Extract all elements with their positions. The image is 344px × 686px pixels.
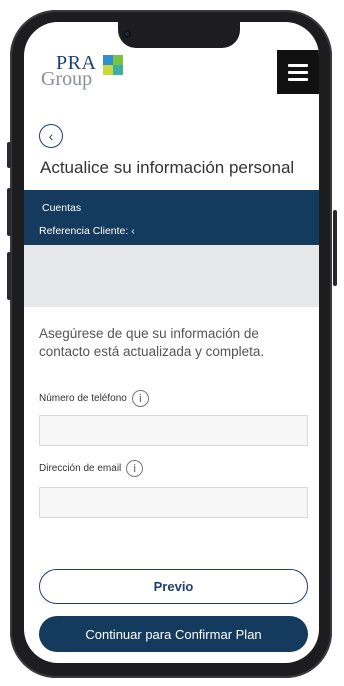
hamburger-icon-bar (288, 77, 308, 81)
menu-button[interactable] (277, 50, 319, 94)
previous-button[interactable]: Previo (39, 569, 308, 604)
phone-label: Número de teléfono (39, 393, 127, 404)
customer-reference-label: Referencia Cliente: ‹ (39, 225, 135, 237)
camera-icon (123, 30, 131, 38)
phone-info-icon[interactable]: i (131, 390, 149, 407)
form-intro-text: Asegúrese de que su información de conta… (39, 326, 265, 359)
gray-spacer-panel (24, 245, 319, 307)
email-input[interactable] (39, 487, 308, 518)
phone-label-row: Número de teléfono i (39, 390, 149, 407)
hamburger-icon (288, 63, 308, 67)
logo-square-lime (103, 65, 113, 75)
screen: PRA Group ‹ Actualice su información per… (24, 22, 319, 663)
continue-button[interactable]: Continuar para Confirmar Plan (39, 616, 308, 652)
power-button (333, 210, 337, 286)
account-band: Cuentas Referencia Cliente: ‹ (24, 190, 319, 245)
logo-text-group: Group (41, 68, 93, 90)
logo-square-green (113, 55, 123, 65)
hamburger-icon-bar (288, 70, 308, 74)
chevron-left-icon: ‹ (48, 128, 54, 144)
volume-up-button (7, 188, 11, 236)
email-info-icon[interactable]: i (126, 460, 144, 477)
phone-notch (118, 12, 240, 48)
phone-input[interactable] (39, 415, 308, 446)
email-label: Dirección de email (39, 463, 122, 474)
side-button (7, 142, 11, 168)
email-label-row: Dirección de email i (39, 460, 144, 477)
logo-square-teal (113, 65, 123, 75)
pra-group-logo[interactable]: PRA Group (39, 52, 129, 92)
volume-down-button (7, 252, 11, 300)
back-button[interactable]: ‹ (39, 124, 63, 148)
page-title: Actualice su información personal (40, 158, 295, 177)
accounts-label: Cuentas (42, 202, 82, 214)
logo-square-blue (103, 55, 113, 65)
